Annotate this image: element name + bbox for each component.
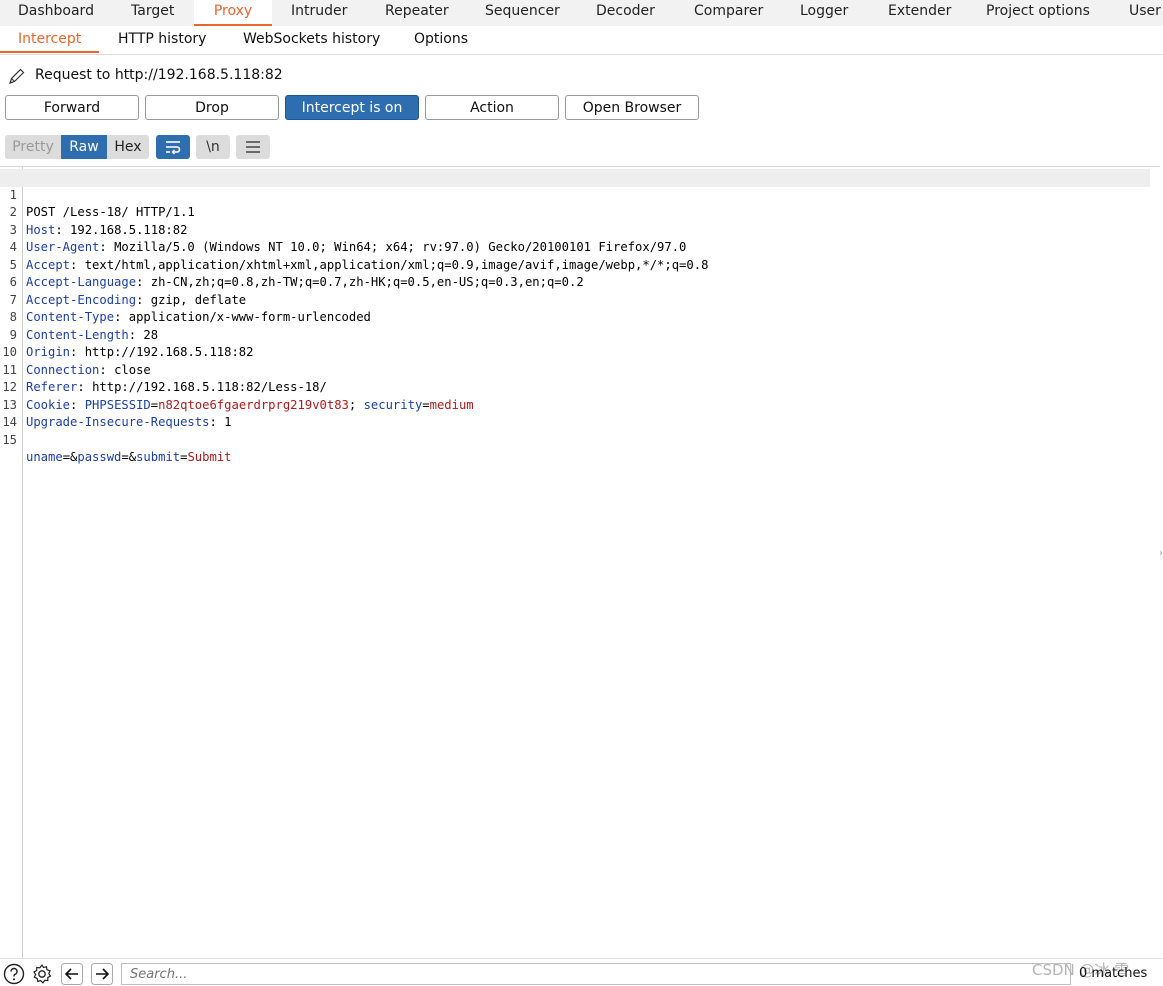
search-input[interactable] (122, 964, 1070, 984)
tab-proxy[interactable]: Proxy (194, 0, 272, 26)
pencil-icon (9, 68, 25, 84)
editor-line: 6 Accept-Encoding: gzip, deflate (0, 257, 1150, 307)
newline-toggle-label: \n (206, 139, 220, 155)
tab-dashboard[interactable]: Dashboard (18, 0, 94, 24)
tab-project-options[interactable]: Project options (986, 0, 1090, 24)
tab-options[interactable]: Options (414, 26, 468, 52)
help-icon[interactable] (3, 963, 25, 985)
param-name: submit (136, 450, 181, 464)
request-info-row: Request to http://192.168.5.118:82 (0, 62, 1163, 90)
collapse-handle-icon[interactable]: › (1159, 548, 1163, 568)
tab-logger[interactable]: Logger (800, 0, 848, 24)
tab-decoder[interactable]: Decoder (596, 0, 655, 24)
tab-repeater[interactable]: Repeater (385, 0, 449, 24)
tab-target[interactable]: Target (131, 0, 174, 24)
search-bar: CSDN @冰 雪 0 matches (0, 958, 1163, 986)
editor-line: 7 Content-Type: application/x-www-form-u… (0, 274, 1150, 325)
editor-line: 9 Origin: http://192.168.5.118:82 (0, 309, 1150, 360)
view-hex-button[interactable]: Hex (107, 135, 149, 159)
view-raw-button[interactable]: Raw (61, 135, 107, 159)
main-tab-bar: Dashboard Target Proxy Intruder Repeater… (0, 0, 1163, 27)
editor-line: 10 Connection: close (0, 327, 1150, 377)
tab-websockets-history[interactable]: WebSockets history (243, 26, 380, 52)
editor-line: 1 POST /Less-18/ HTTP/1.1 (0, 169, 1150, 219)
editor-line: 4 Accept: text/html,application/xhtml+xm… (0, 222, 1150, 272)
match-count: 0 matches (1079, 966, 1148, 981)
arrow-right-icon[interactable] (91, 963, 113, 985)
editor-line: 14 (0, 397, 1150, 429)
request-target-label: Request to http://192.168.5.118:82 (35, 67, 283, 83)
request-editor[interactable]: 1 POST /Less-18/ HTTP/1.1 2 Host: 192.16… (0, 166, 1160, 959)
show-newlines-button[interactable]: \n (196, 135, 230, 159)
word-wrap-icon (166, 141, 181, 155)
hamburger-menu-icon (246, 141, 260, 153)
action-button[interactable]: Action (425, 95, 559, 120)
arrow-left-icon[interactable] (61, 963, 83, 985)
editor-line: 5 Accept-Language: zh-CN,zh;q=0.8,zh-TW;… (0, 239, 1150, 290)
inspector-menu-button[interactable] (236, 135, 270, 159)
editor-line: 2 Host: 192.168.5.118:82 (0, 187, 1150, 237)
editor-line: 15 uname=&passwd=&submit=Submit (0, 414, 1150, 465)
editor-line: 3 User-Agent: Mozilla/5.0 (Windows NT 10… (0, 204, 1150, 255)
tab-comparer[interactable]: Comparer (694, 0, 763, 24)
settings-gear-icon[interactable] (31, 963, 53, 985)
view-pretty-button[interactable]: Pretty (5, 135, 61, 159)
tab-user-options[interactable]: User o (1129, 0, 1163, 24)
tab-intruder[interactable]: Intruder (291, 0, 347, 24)
open-browser-button[interactable]: Open Browser (565, 95, 699, 120)
drop-button[interactable]: Drop (145, 95, 279, 120)
tab-http-history[interactable]: HTTP history (118, 26, 206, 52)
editor-line: 11 Referer: http://192.168.5.118:82/Less… (0, 344, 1150, 395)
line-number: 15 (2, 432, 17, 447)
editor-line: 8 Content-Length: 28 (0, 292, 1150, 342)
forward-button[interactable]: Forward (5, 95, 139, 120)
editor-line: 12 Cookie: PHPSESSID=n82qtoe6fgaerdrprg2… (0, 362, 1150, 412)
intercept-toggle-button[interactable]: Intercept is on (285, 95, 419, 120)
proxy-sub-tab-bar: Intercept HTTP history WebSockets histor… (0, 26, 1163, 55)
tab-extender[interactable]: Extender (888, 0, 951, 24)
tab-sequencer[interactable]: Sequencer (485, 0, 560, 24)
search-field-wrapper (121, 963, 1071, 985)
editor-line: 13 Upgrade-Insecure-Requests: 1 (0, 379, 1150, 430)
param-name: passwd (77, 450, 122, 464)
word-wrap-button[interactable] (156, 135, 190, 159)
tab-intercept[interactable]: Intercept (0, 26, 100, 53)
param-name: uname (26, 450, 63, 464)
param-value: Submit (187, 450, 232, 464)
